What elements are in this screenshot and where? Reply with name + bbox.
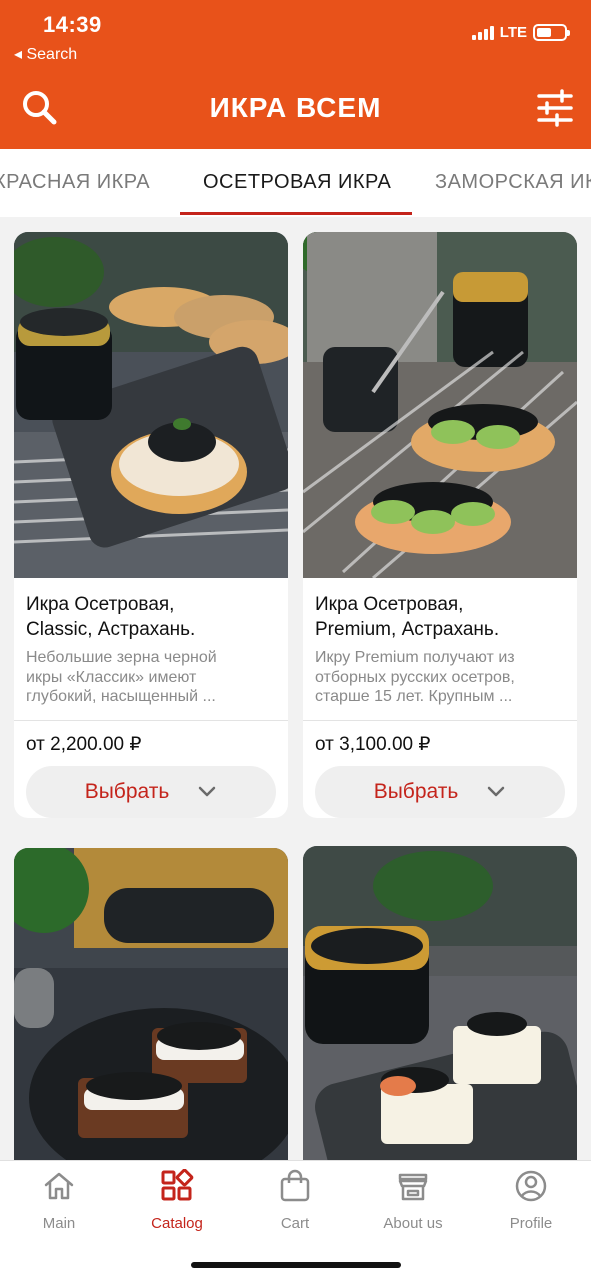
- divider: [14, 720, 288, 721]
- home-indicator: [191, 1262, 401, 1268]
- status-time: 14:39: [43, 12, 102, 37]
- product-image[interactable]: [14, 848, 288, 1188]
- chevron-down-icon: [199, 786, 216, 797]
- tab-sturgeon-caviar[interactable]: ОСЕТРОВАЯ ИКРА: [203, 171, 391, 194]
- nav-catalog[interactable]: Catalog: [122, 1169, 232, 1232]
- active-tab-indicator: [180, 212, 412, 215]
- product-image[interactable]: [303, 846, 577, 1188]
- choose-button[interactable]: Выбрать: [26, 766, 276, 818]
- divider: [303, 720, 577, 721]
- page-title: ИКРА ВСЕМ: [209, 92, 382, 123]
- choose-button-label: Выбрать: [373, 780, 459, 803]
- status-indicators: LTE: [471, 24, 570, 41]
- nav-profile-label: Profile: [509, 1215, 553, 1232]
- product-info: Икра Осетровая, Classic, Астрахань. Небо…: [14, 578, 288, 818]
- product-card[interactable]: [14, 848, 288, 1188]
- product-description: Икру Premium получают из отборных русски…: [315, 649, 515, 705]
- product-info: Икра Осетровая, Premium, Астрахань. Икру…: [303, 578, 577, 818]
- battery-icon: [533, 24, 570, 41]
- product-description: Небольшие зерна черной икры «Классик» им…: [26, 649, 217, 705]
- cart-icon: [280, 1169, 310, 1202]
- nav-profile[interactable]: Profile: [476, 1169, 586, 1232]
- filter-icon: [537, 89, 573, 127]
- network-label: LTE: [499, 24, 527, 41]
- choose-button[interactable]: Выбрать: [315, 766, 565, 818]
- choose-button-label: Выбрать: [84, 780, 170, 803]
- product-title: Икра Осетровая, Classic, Астрахань.: [26, 594, 196, 640]
- product-price: от 3,100.00 ₽: [315, 734, 431, 755]
- back-to-search-link[interactable]: ◂ Search: [14, 44, 77, 64]
- tab-red-caviar[interactable]: КРАСНАЯ ИКРА: [0, 171, 150, 194]
- nav-about-us[interactable]: About us: [358, 1169, 468, 1232]
- app-header: 14:39 ◂ Search LTE ИКРА ВСЕМ: [0, 0, 591, 149]
- signal-icon: [471, 25, 494, 40]
- category-tabs: КРАСНАЯ ИКРА ОСЕТРОВАЯ ИКРА ЗАМОРСКАЯ ИК…: [0, 149, 591, 217]
- product-title: Икра Осетровая, Premium, Астрахань.: [315, 594, 500, 640]
- nav-cart-label: Cart: [280, 1215, 310, 1232]
- product-card[interactable]: Икра Осетровая, Premium, Астрахань. Икру…: [303, 232, 577, 818]
- product-card[interactable]: [303, 846, 577, 1188]
- profile-icon: [515, 1170, 547, 1202]
- nav-main-label: Main: [42, 1215, 76, 1232]
- tab-overseas-caviar[interactable]: ЗАМОРСКАЯ ИКРА: [435, 171, 591, 194]
- catalog-icon: [161, 1169, 194, 1201]
- product-image[interactable]: [303, 232, 577, 578]
- product-price: от 2,200.00 ₽: [26, 734, 142, 755]
- nav-catalog-label: Catalog: [151, 1215, 203, 1232]
- nav-about-us-label: About us: [383, 1215, 443, 1232]
- product-card[interactable]: Икра Осетровая, Classic, Астрахань. Небо…: [14, 232, 288, 818]
- product-image[interactable]: [14, 232, 288, 578]
- battery-level: [537, 28, 551, 37]
- home-icon: [44, 1172, 74, 1200]
- nav-main[interactable]: Main: [4, 1169, 114, 1232]
- chevron-down-icon: [488, 786, 505, 797]
- nav-cart[interactable]: Cart: [240, 1169, 350, 1232]
- store-icon: [398, 1173, 428, 1201]
- filter-button[interactable]: [535, 88, 575, 128]
